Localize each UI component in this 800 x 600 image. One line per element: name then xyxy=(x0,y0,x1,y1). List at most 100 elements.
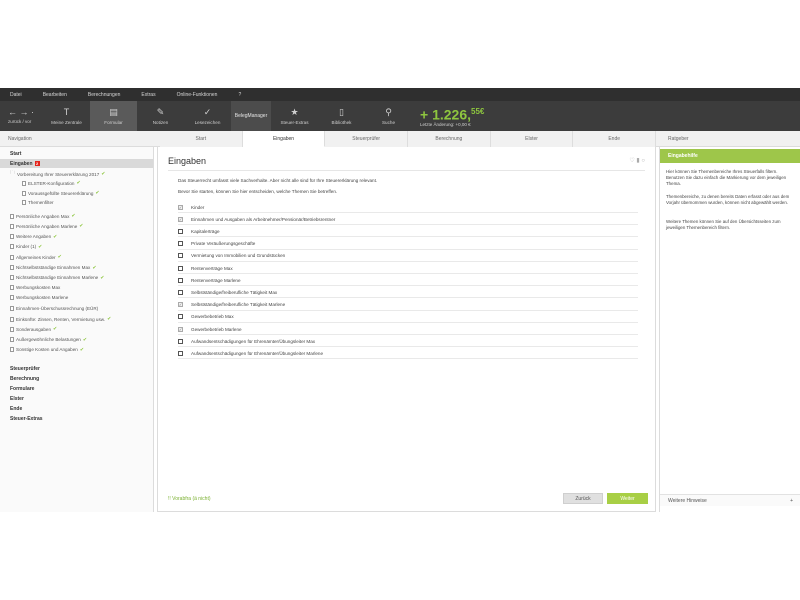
topic-option-row[interactable]: Aufwandsentschädigungen für Ehrenämter/Ü… xyxy=(178,336,638,348)
sidebar-topic-item[interactable]: Persönliche Angaben Marlene ✔ xyxy=(10,223,84,229)
topic-checkbox[interactable] xyxy=(178,265,183,271)
topic-checkbox[interactable] xyxy=(178,241,183,247)
sidebar-topic-item[interactable]: Allgemeines Kinder ✔ xyxy=(10,254,62,260)
back-forward-arrows-icon[interactable]: ← → · xyxy=(8,108,43,117)
help-paragraph-3: Weitere Themen können Sie auf den Übersi… xyxy=(666,219,781,230)
steuer-extras-button[interactable]: ★ Steuer-Extras xyxy=(271,101,318,131)
topic-option-row[interactable]: Vermietung von Immobilien und Grundstück… xyxy=(178,251,638,262)
topic-checkbox[interactable]: ✓ xyxy=(178,326,183,332)
weitere-hinweise-toggle[interactable]: Weitere Hinweise + xyxy=(660,494,800,506)
tab-eingaben[interactable]: Eingaben xyxy=(242,131,326,147)
refund-display[interactable]: + 1.226,55€ Letzte Änderung: +0,00 € xyxy=(420,101,484,131)
check-icon: ✔ xyxy=(95,190,100,196)
menu-datei[interactable]: Datei xyxy=(10,92,22,98)
topic-checkbox[interactable] xyxy=(178,253,183,259)
topic-checkbox[interactable] xyxy=(178,350,183,356)
topic-checkbox[interactable] xyxy=(178,277,183,283)
topic-option-row[interactable]: ✓ Einnahmen und Ausgaben als Arbeitnehmer… xyxy=(178,214,638,226)
topic-option-row[interactable]: Private Veräußerungsgeschäfte xyxy=(178,239,638,250)
sidebar-topic-label: Werbungskosten Marlene xyxy=(16,295,69,301)
sidebar-topic-item[interactable]: Weitere Angaben ✔ xyxy=(10,234,57,240)
topic-checkbox[interactable]: ✓ xyxy=(178,204,183,210)
topic-option-row[interactable]: Rentenverträge Marlene xyxy=(178,275,638,287)
tab-berechnung[interactable]: Berechnung xyxy=(408,131,491,147)
bibliothek-button[interactable]: ▯ Bibliothek xyxy=(318,101,365,131)
sidebar-item-eingaben[interactable]: Eingaben 2 xyxy=(0,159,153,168)
belegmanager-button[interactable]: BelegManager xyxy=(231,101,271,131)
menu-extras[interactable]: Extras xyxy=(141,92,155,98)
topic-option-row[interactable]: Kapitalerträge xyxy=(178,226,638,238)
sidebar-topic-item[interactable]: Einnahmen-Überschussrechnung (EÜR) xyxy=(10,305,98,311)
sidebar-topic-item[interactable]: Persönliche Angaben Max ✔ xyxy=(10,213,76,219)
sidebar-topic-item[interactable]: Werbungskosten Max xyxy=(10,285,60,291)
sidebar-item-steuerpruefer[interactable]: Steuerprüfer xyxy=(10,366,40,372)
sidebar-item-steuer-extras[interactable]: Steuer-Extras xyxy=(10,416,43,422)
sidebar-topic-item[interactable]: Werbungskosten Marlene xyxy=(10,295,69,301)
menu-berechnungen[interactable]: Berechnungen xyxy=(88,92,121,98)
tab-elster[interactable]: Elster xyxy=(490,131,574,147)
menu-online-funktionen[interactable]: Online-Funktionen xyxy=(177,92,218,98)
sidebar-item-vorbereitung[interactable]: 🗀 Vorbereitung Ihrer Steuererklärung 201… xyxy=(10,170,105,178)
sidebar-subitem-vorausgefuellt[interactable]: Voraussgefüllte Steuererklärung ✔ xyxy=(22,190,100,196)
previous-hint-link[interactable]: !! Vorabfra (ä nicht) xyxy=(168,496,211,502)
zurueck-button[interactable]: Zurück xyxy=(563,493,603,504)
sidebar-topic-item[interactable]: Sonstige Kosten und Angaben ✔ xyxy=(10,347,84,353)
topic-checkbox[interactable] xyxy=(178,314,183,320)
sidebar-topic-label: Nichtselbstständige Einnahmen Max xyxy=(16,265,91,270)
help-icon[interactable]: ○ xyxy=(641,158,645,164)
weiter-button[interactable]: Weiter xyxy=(607,493,648,504)
check-icon: ✔ xyxy=(53,233,58,240)
sidebar-subitem-elster[interactable]: ELSTER-Konfiguration ✔ xyxy=(22,180,81,186)
topic-checkbox[interactable] xyxy=(178,228,183,234)
sidebar-topic-item[interactable]: Nichtselbstständige Einnahmen Marlene ✔ xyxy=(10,275,104,281)
notizen-button[interactable]: ✎ Notizen xyxy=(137,101,184,131)
expand-plus-icon[interactable]: + xyxy=(790,498,793,504)
sidebar-item-formulare[interactable]: Formulare xyxy=(10,386,34,392)
topic-option-label: Selbstständige/freiberufliche Tätigkeit … xyxy=(191,289,278,295)
topic-option-row[interactable]: ✓ Selbstständige/freiberufliche Tätigkeit… xyxy=(178,300,638,311)
sidebar-item-berechnung[interactable]: Berechnung xyxy=(10,376,39,382)
topic-checkbox[interactable]: ✓ xyxy=(178,216,183,222)
topic-checkbox[interactable] xyxy=(178,338,183,344)
topic-option-row[interactable]: Rentenverträge Max xyxy=(178,263,638,274)
sidebar-item-elster[interactable]: Elster xyxy=(10,396,24,402)
tab-ende[interactable]: Ende xyxy=(573,131,657,147)
lesezeichen-button[interactable]: ✓ Lesezeichen xyxy=(184,101,231,131)
tab-steuerpruefer[interactable]: Steuerprüfer xyxy=(325,131,409,147)
sidebar-item-start[interactable]: Start xyxy=(10,151,21,157)
sidebar-subitem-themenfilter[interactable]: Themenfilter xyxy=(22,200,54,205)
topic-option-row[interactable]: ✓ Gewerbebetrieb Marlene xyxy=(178,324,638,335)
topic-option-row[interactable]: ✓ Kinder xyxy=(178,202,638,213)
document-icon xyxy=(10,213,14,219)
print-icon[interactable]: ▮ xyxy=(636,158,639,164)
document-icon xyxy=(10,223,14,229)
document-icon xyxy=(10,305,14,311)
topic-option-label: Aufwandsentschädigungen für Ehrenämter/Ü… xyxy=(191,338,316,344)
topic-checkbox[interactable] xyxy=(178,289,183,295)
document-icon xyxy=(10,254,14,260)
menu-help[interactable]: ? xyxy=(238,92,241,98)
check-icon: ✔ xyxy=(107,316,112,322)
book-icon: ▯ xyxy=(339,107,344,117)
sidebar-item-ende[interactable]: Ende xyxy=(10,406,22,412)
topic-checkbox[interactable]: ✓ xyxy=(178,302,183,308)
topic-option-row[interactable]: Selbstständige/freiberufliche Tätigkeit … xyxy=(178,287,638,299)
sidebar-topic-item[interactable]: Einkünfte: Zinsen, Renten, Vermietung us… xyxy=(10,316,111,322)
sidebar-topic-item[interactable]: Kinder (1) ✔ xyxy=(10,244,42,250)
section-strip: Navigation Start Eingaben Steuerprüfer B… xyxy=(0,131,800,147)
comment-icon[interactable]: ♡ xyxy=(629,158,634,164)
menu-bearbeiten[interactable]: Bearbeiten xyxy=(43,92,67,98)
topic-option-row[interactable]: Gewerbebetrieb Max xyxy=(178,312,638,323)
topic-option-row[interactable]: Aufwandsentschädigungen für Ehrenämter/Ü… xyxy=(178,348,638,360)
meine-zentrale-button[interactable]: T Meine Zentrale xyxy=(43,101,90,131)
main-panel: Eingaben ♡ ▮ ○ Das Steuerrecht umfasst v… xyxy=(157,147,656,512)
document-icon xyxy=(10,234,14,240)
sidebar-topic-item[interactable]: Außergewöhnliche Belastungen ✔ xyxy=(10,337,87,343)
topic-option-label: Aufwandsentschädigungen für Ehrenämter/Ü… xyxy=(191,350,324,356)
sidebar-topic-item[interactable]: Sonderausgaben ✔ xyxy=(10,326,57,332)
nav-back-forward[interactable]: ← → · zurück / vor xyxy=(0,101,43,131)
formular-button[interactable]: ▤ Formular xyxy=(90,101,137,131)
sidebar-topic-item[interactable]: Nichtselbstständige Einnahmen Max ✔ xyxy=(10,265,97,271)
tab-start[interactable]: Start xyxy=(160,131,243,147)
suche-button[interactable]: ⚲ Suche xyxy=(365,101,412,131)
